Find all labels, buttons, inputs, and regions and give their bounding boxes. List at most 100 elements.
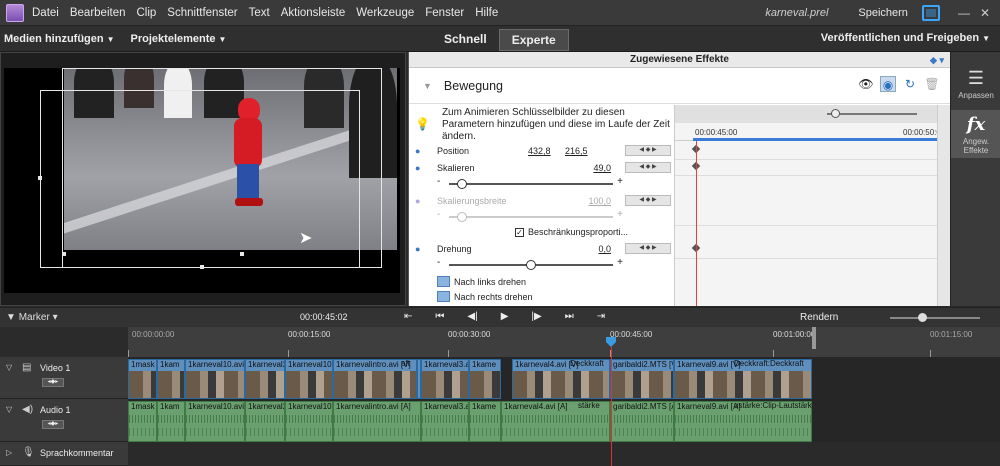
audio-clip[interactable]: garibaldi2.MTS [A]	[610, 401, 674, 442]
eye-icon[interactable]: 👁	[858, 76, 874, 92]
timeline-ruler[interactable]: 00:00:00:00 00:00:15:00 00:00:30:00 00:0…	[128, 327, 1000, 357]
position-y-value[interactable]: 216,5	[565, 146, 588, 156]
menu-bearbeiten[interactable]: Bearbeiten	[70, 7, 126, 19]
menu-clip[interactable]: Clip	[136, 7, 156, 19]
video-clip[interactable]: garibaldi2.MTS [V]	[610, 359, 674, 399]
minimize-button[interactable]: —	[958, 6, 970, 20]
close-button[interactable]: ✕	[980, 6, 990, 20]
constrain-proportions-checkbox[interactable]: ✓ Beschränkungsproporti...	[515, 227, 628, 237]
keyframe-zoom-slider[interactable]	[827, 109, 917, 118]
scale-value[interactable]: 49,0	[593, 163, 611, 173]
add-media-button[interactable]: Medien hinzufügen ▼	[4, 33, 115, 45]
audio-clip[interactable]: 1karneval3.avi	[421, 401, 469, 442]
marker-dropdown[interactable]: ▼ Marker ▾	[6, 312, 58, 323]
audio-track[interactable]: 1mask 1kam 1karneval10.avi [A] 1karneval…	[128, 399, 1000, 442]
video-clip[interactable]: 1kame	[469, 359, 501, 399]
audio-clip[interactable]: 1karneval2	[245, 401, 285, 442]
applied-effects-button[interactable]: fx Angew. Effekte	[951, 110, 1000, 158]
keyframe-toggle-icon[interactable]: ◉	[880, 76, 896, 92]
slider-knob[interactable]	[526, 260, 536, 270]
stopwatch-icon[interactable]: ●	[415, 244, 420, 254]
playhead-line[interactable]	[611, 347, 612, 466]
menu-fenster[interactable]: Fenster	[425, 7, 464, 19]
slider-knob[interactable]	[831, 109, 840, 118]
trash-icon[interactable]: 🗑	[924, 76, 940, 92]
reset-icon[interactable]: ↻	[902, 76, 918, 92]
keyframe-timeline[interactable]: 00:00:45:00 00:00:50:0	[674, 105, 941, 306]
go-to-start-icon[interactable]: ⇤	[404, 311, 412, 322]
menu-text[interactable]: Text	[249, 7, 270, 19]
menu-aktionsleiste[interactable]: Aktionsleiste	[281, 7, 346, 19]
go-to-end-icon[interactable]: ⇥	[597, 311, 605, 322]
menu-datei[interactable]: Datei	[32, 7, 59, 19]
fullscreen-icon[interactable]	[921, 5, 940, 21]
keyframe-playhead[interactable]	[696, 141, 697, 306]
save-button[interactable]: Speichern	[858, 7, 908, 19]
rotate-right-button[interactable]: Nach rechts drehen	[437, 291, 533, 302]
tab-experte[interactable]: Experte	[498, 29, 569, 51]
video-track[interactable]: 1mask 1kam 1karneval10.avi [V] 1karneval…	[128, 357, 1000, 399]
plus-icon[interactable]: +	[617, 257, 623, 268]
keyframe-control-icon[interactable]: ◂◆▸	[42, 378, 64, 387]
rotation-value[interactable]: 0,0	[598, 244, 611, 254]
step-back-icon[interactable]: ◀|	[467, 311, 477, 322]
slider-knob[interactable]	[918, 313, 927, 322]
video-clip[interactable]: 1karneval2	[245, 359, 285, 399]
audio-clip[interactable]: 1kame	[469, 401, 501, 442]
video-clip[interactable]: 1karneval3.avi	[421, 359, 469, 399]
checkbox-checked-icon[interactable]: ✓	[515, 227, 524, 237]
effects-scrollbar[interactable]	[937, 105, 951, 306]
minus-icon[interactable]: -	[437, 176, 440, 187]
audio-clip[interactable]: 1karneval10.	[285, 401, 333, 442]
audio-clip[interactable]: 1karneval10.avi [A]	[185, 401, 245, 442]
audio-clip[interactable]: 1karnevalintro.avi [A]	[333, 401, 421, 442]
audio-clip[interactable]: 1mask	[128, 401, 157, 442]
collapse-triangle-icon[interactable]: ▽	[6, 363, 12, 372]
tab-schnell[interactable]: Schnell	[432, 29, 499, 51]
keyframe-nav-buttons[interactable]: ◀ ◆ ▶	[625, 145, 671, 156]
slider-track	[449, 216, 613, 218]
menu-hilfe[interactable]: Hilfe	[475, 7, 498, 19]
expand-triangle-icon[interactable]: ▷	[6, 448, 12, 457]
narration-track[interactable]	[128, 442, 1000, 466]
collapse-triangle-icon[interactable]: ▼	[423, 81, 432, 91]
video-clip[interactable]: 1kam	[157, 359, 185, 399]
scale-slider[interactable]: - +	[437, 176, 623, 190]
video-clip[interactable]: 1karneval10.avi [V]	[185, 359, 245, 399]
project-assets-button[interactable]: Projektelemente ▼	[131, 33, 227, 45]
timeline-zoom-slider[interactable]	[890, 313, 980, 322]
transform-handle[interactable]	[240, 252, 244, 256]
monitor-canvas[interactable]: ➤	[4, 68, 400, 293]
collapse-triangle-icon[interactable]: ▽	[6, 405, 12, 414]
transform-handle[interactable]	[62, 252, 66, 256]
transform-handle[interactable]	[38, 176, 42, 180]
rotate-left-button[interactable]: Nach links drehen	[437, 276, 526, 287]
next-edit-icon[interactable]: ⏭	[565, 311, 574, 322]
menu-schnittfenster[interactable]: Schnittfenster	[167, 7, 237, 19]
menu-werkzeuge[interactable]: Werkzeuge	[356, 7, 414, 19]
motion-section-header[interactable]: ▼ Bewegung 👁 ◉ ↻ 🗑	[409, 68, 950, 104]
keyframe-nav-buttons[interactable]: ◀ ◆ ▶	[625, 243, 671, 254]
stopwatch-icon[interactable]: ●	[415, 163, 420, 173]
render-button[interactable]: Rendern	[800, 312, 838, 323]
plus-icon[interactable]: +	[617, 176, 623, 187]
current-timecode[interactable]: 00:00:45:02	[300, 312, 348, 322]
panel-menu-icon[interactable]: ◆ ▾	[930, 52, 944, 68]
previous-edit-icon[interactable]: ⏮	[435, 311, 444, 322]
minus-icon[interactable]: -	[437, 257, 440, 268]
publish-share-button[interactable]: Veröffentlichen und Freigeben ▼	[821, 32, 990, 44]
step-forward-icon[interactable]: |▶	[531, 311, 541, 322]
rotation-slider[interactable]: - +	[437, 257, 623, 271]
keyframe-nav-buttons[interactable]: ◀ ◆ ▶	[625, 162, 671, 173]
play-icon[interactable]: ▶	[501, 311, 509, 322]
position-x-value[interactable]: 432,8	[528, 146, 551, 156]
transform-handle[interactable]	[200, 265, 204, 269]
slider-knob[interactable]	[456, 179, 467, 189]
keyframe-control-icon[interactable]: ◂◆▸	[42, 420, 64, 429]
adjust-panel-button[interactable]: ☰ Anpassen	[951, 68, 1000, 106]
video-clip[interactable]: 1mask	[128, 359, 157, 399]
work-area-end-handle[interactable]	[812, 327, 816, 349]
video-clip[interactable]: 1karneval10.	[285, 359, 333, 399]
audio-clip[interactable]: 1kam	[157, 401, 185, 442]
stopwatch-icon[interactable]: ●	[415, 146, 420, 156]
